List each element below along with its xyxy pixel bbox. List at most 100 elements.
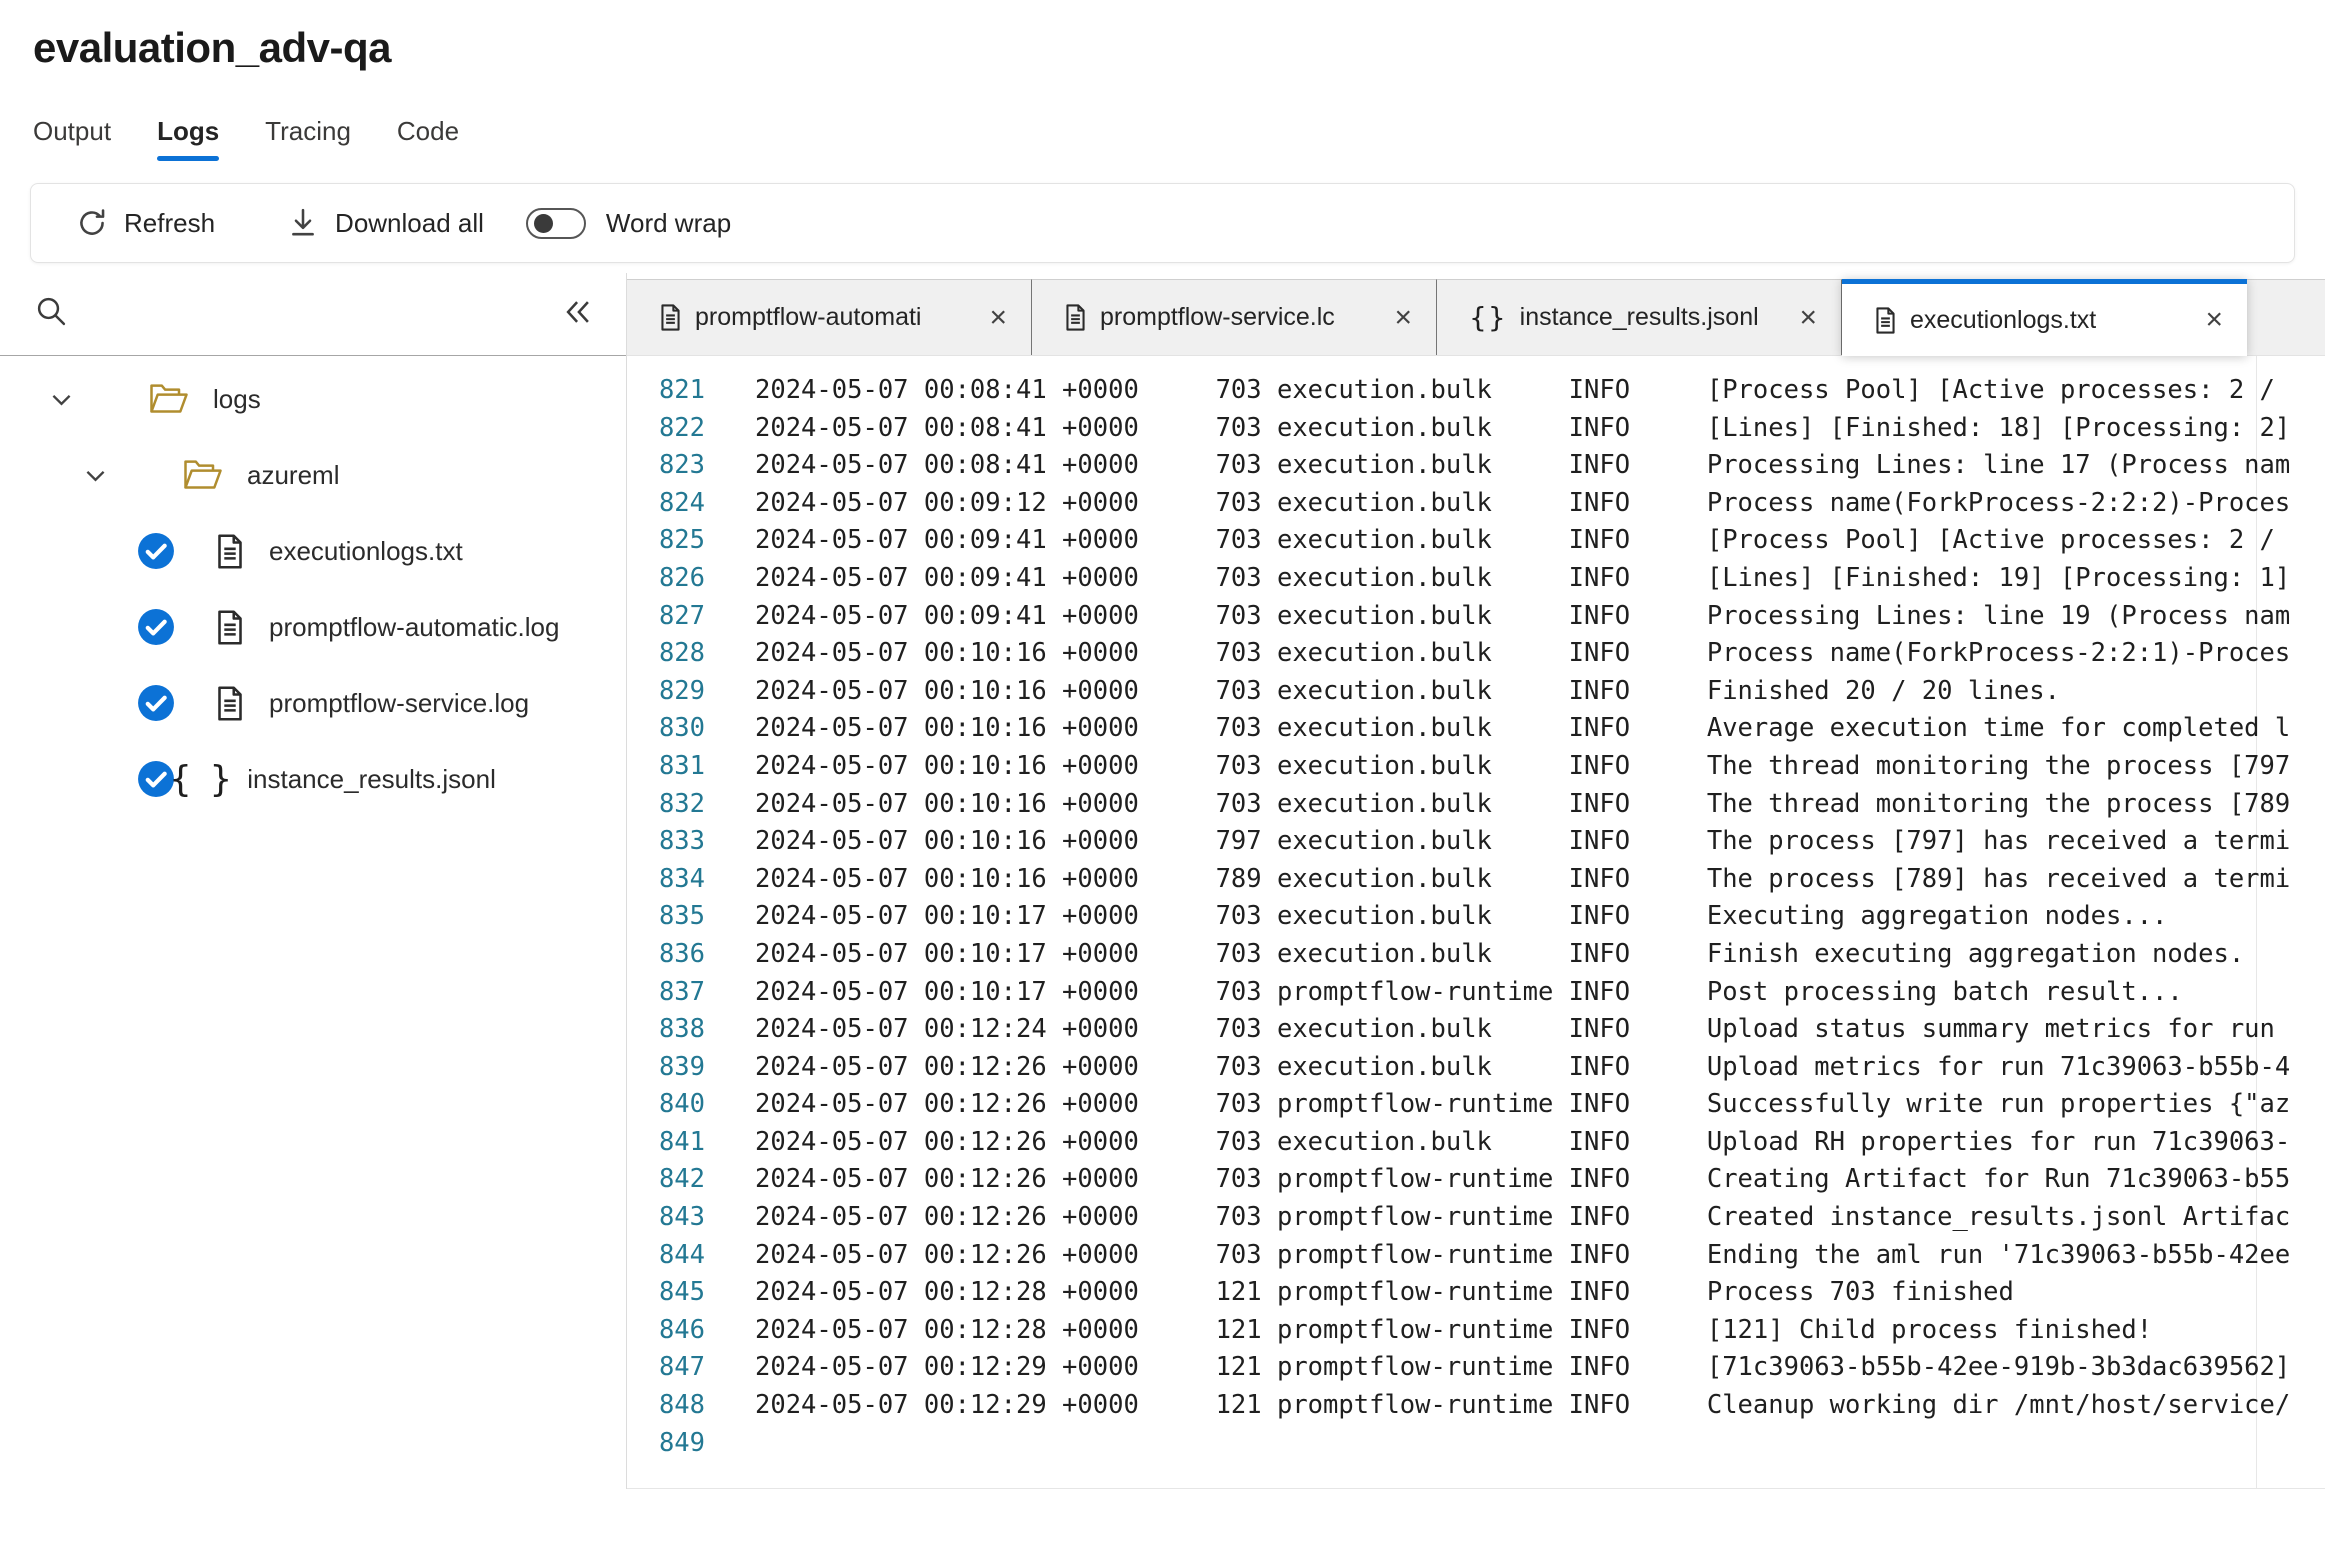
log-line-text: 2024-05-07 00:12:29 +0000 121 promptflow… xyxy=(755,1352,2291,1383)
tree-item-logs[interactable]: { } logs xyxy=(0,361,626,437)
log-line: 826 2024-05-07 00:09:41 +0000 703 executi… xyxy=(627,560,2325,598)
document-icon xyxy=(215,533,245,570)
log-line-number: 838 xyxy=(658,1014,705,1045)
tree-item-label: azureml xyxy=(247,459,340,490)
tabstrip-filler xyxy=(2247,279,2325,355)
braces-icon: { } xyxy=(169,758,236,800)
file-tab-label: promptflow-automati xyxy=(695,303,922,331)
log-line-text: 2024-05-07 00:12:26 +0000 703 execution.… xyxy=(755,1126,2291,1157)
wordwrap-label: Word wrap xyxy=(605,207,732,238)
log-line-text: 2024-05-07 00:09:41 +0000 703 execution.… xyxy=(755,600,2291,631)
tree-item-azureml[interactable]: { } azureml xyxy=(0,437,626,513)
file-tab-executionlogs.txt[interactable]: {} executionlogs.txt × xyxy=(1842,279,2247,356)
log-line: 847 2024-05-07 00:12:29 +0000 121 promptf… xyxy=(627,1349,2325,1387)
workspace: { } logs { } azureml xyxy=(0,273,2325,1489)
log-line: 822 2024-05-07 00:08:41 +0000 703 executi… xyxy=(627,410,2325,448)
log-line-number: 827 xyxy=(658,600,705,631)
sidebar-header xyxy=(0,273,626,356)
file-tab-promptflow-service.lc[interactable]: {} promptflow-service.lc × xyxy=(1032,279,1437,355)
log-line-number: 822 xyxy=(658,412,705,443)
log-line: 845 2024-05-07 00:12:28 +0000 121 promptf… xyxy=(627,1274,2325,1312)
file-tab-promptflow-automati[interactable]: {} promptflow-automati × xyxy=(627,279,1032,355)
log-line: 837 2024-05-07 00:10:17 +0000 703 promptf… xyxy=(627,974,2325,1012)
collapse-sidebar-icon[interactable] xyxy=(560,294,596,335)
check-icon xyxy=(137,608,175,646)
tree-item-executionlogs.txt[interactable]: { } executionlogs.txt xyxy=(0,513,626,589)
log-line-number: 844 xyxy=(658,1239,705,1270)
wordwrap-toggle[interactable] xyxy=(525,207,586,239)
log-line-number: 829 xyxy=(658,675,705,706)
tree-item-promptflow-automatic.log[interactable]: { } promptflow-automatic.log xyxy=(0,589,626,665)
refresh-label: Refresh xyxy=(124,207,216,238)
check-icon xyxy=(137,532,175,570)
log-line-number: 841 xyxy=(658,1126,705,1157)
log-line-text: 2024-05-07 00:12:29 +0000 121 promptflow… xyxy=(755,1390,2291,1421)
file-sidebar: { } logs { } azureml xyxy=(0,273,627,1489)
log-line-text: 2024-05-07 00:08:41 +0000 703 execution.… xyxy=(755,375,2275,405)
nav-tab-label: Tracing xyxy=(265,116,351,146)
log-line-number: 846 xyxy=(658,1314,705,1345)
logs-toolbar: Refresh Download all Word wrap xyxy=(30,183,2295,263)
log-line-text: 2024-05-07 00:12:28 +0000 121 promptflow… xyxy=(755,1314,2153,1345)
log-line-text: 2024-05-07 00:08:41 +0000 703 execution.… xyxy=(755,412,2291,443)
log-line-text: 2024-05-07 00:12:26 +0000 703 promptflow… xyxy=(755,1089,2291,1120)
tree-item-promptflow-service.log[interactable]: { } promptflow-service.log xyxy=(0,665,626,741)
chevron-down-icon[interactable] xyxy=(82,462,109,489)
folder-icon xyxy=(183,459,223,491)
nav-tab-label: Code xyxy=(396,116,460,146)
file-tree: { } logs { } azureml xyxy=(0,356,626,817)
nav-tab-tracing[interactable]: Tracing xyxy=(265,116,351,161)
tree-item-label: logs xyxy=(213,383,261,414)
document-icon xyxy=(215,685,245,722)
log-line-text: 2024-05-07 00:12:26 +0000 703 promptflow… xyxy=(755,1202,2291,1233)
log-line-number: 832 xyxy=(658,788,705,819)
folder-icon xyxy=(149,383,189,415)
log-line: 836 2024-05-07 00:10:17 +0000 703 executi… xyxy=(627,936,2325,974)
log-line: 846 2024-05-07 00:12:28 +0000 121 promptf… xyxy=(627,1312,2325,1350)
file-tab-label: instance_results.jsonl xyxy=(1519,303,1759,331)
close-icon[interactable]: × xyxy=(2197,305,2223,335)
log-line-number: 849 xyxy=(658,1427,705,1458)
file-tab-label: promptflow-service.lc xyxy=(1100,303,1335,331)
chevron-down-icon[interactable] xyxy=(48,386,75,413)
close-icon[interactable]: × xyxy=(981,302,1007,333)
download-all-label: Download all xyxy=(335,207,484,238)
log-line: 849 xyxy=(627,1425,2325,1463)
tree-item-label: promptflow-automatic.log xyxy=(269,611,560,642)
log-line-text: 2024-05-07 00:10:16 +0000 789 execution.… xyxy=(755,863,2291,894)
file-tab-instance_results.jsonl[interactable]: {} instance_results.jsonl × xyxy=(1437,279,1842,355)
run-nav-tabs: Output Logs Tracing Code xyxy=(33,116,2325,161)
log-line-number: 830 xyxy=(658,713,705,744)
nav-tab-output[interactable]: Output xyxy=(33,116,111,161)
document-icon xyxy=(1064,303,1087,332)
file-tabstrip: {} promptflow-automati × {} promptflow-s… xyxy=(627,279,2325,356)
refresh-button[interactable]: Refresh xyxy=(76,207,215,239)
search-icon[interactable] xyxy=(35,295,68,333)
log-line: 828 2024-05-07 00:10:16 +0000 703 executi… xyxy=(627,635,2325,673)
log-line-text: 2024-05-07 00:09:12 +0000 703 execution.… xyxy=(755,487,2291,518)
log-line-text: 2024-05-07 00:10:16 +0000 703 execution.… xyxy=(755,788,2291,819)
nav-tab-code[interactable]: Code xyxy=(397,116,459,161)
log-line-text: 2024-05-07 00:10:16 +0000 703 execution.… xyxy=(755,675,2060,706)
log-line: 840 2024-05-07 00:12:26 +0000 703 promptf… xyxy=(627,1086,2325,1124)
download-icon xyxy=(287,207,319,239)
log-line: 831 2024-05-07 00:10:16 +0000 703 executi… xyxy=(627,748,2325,786)
log-line: 834 2024-05-07 00:10:16 +0000 789 executi… xyxy=(627,861,2325,899)
log-line-number: 848 xyxy=(658,1390,705,1421)
log-line-text: 2024-05-07 00:12:26 +0000 703 promptflow… xyxy=(755,1164,2291,1195)
tree-item-instance_results.jsonl[interactable]: { } instance_results.jsonl xyxy=(0,741,626,817)
log-line-number: 843 xyxy=(658,1202,705,1233)
log-line: 830 2024-05-07 00:10:16 +0000 703 executi… xyxy=(627,710,2325,748)
close-icon[interactable]: × xyxy=(1791,302,1817,333)
log-line-text: 2024-05-07 00:08:41 +0000 703 execution.… xyxy=(755,450,2291,481)
nav-tab-logs[interactable]: Logs xyxy=(157,116,220,161)
close-icon[interactable]: × xyxy=(1386,302,1412,333)
log-line-number: 831 xyxy=(658,750,705,781)
document-icon xyxy=(215,609,245,646)
download-all-button[interactable]: Download all xyxy=(287,207,484,239)
log-line: 823 2024-05-07 00:08:41 +0000 703 executi… xyxy=(627,447,2325,485)
log-line-number: 824 xyxy=(658,487,705,518)
document-icon xyxy=(1874,306,1897,335)
log-line-number: 828 xyxy=(658,638,705,669)
log-line: 829 2024-05-07 00:10:16 +0000 703 executi… xyxy=(627,673,2325,711)
